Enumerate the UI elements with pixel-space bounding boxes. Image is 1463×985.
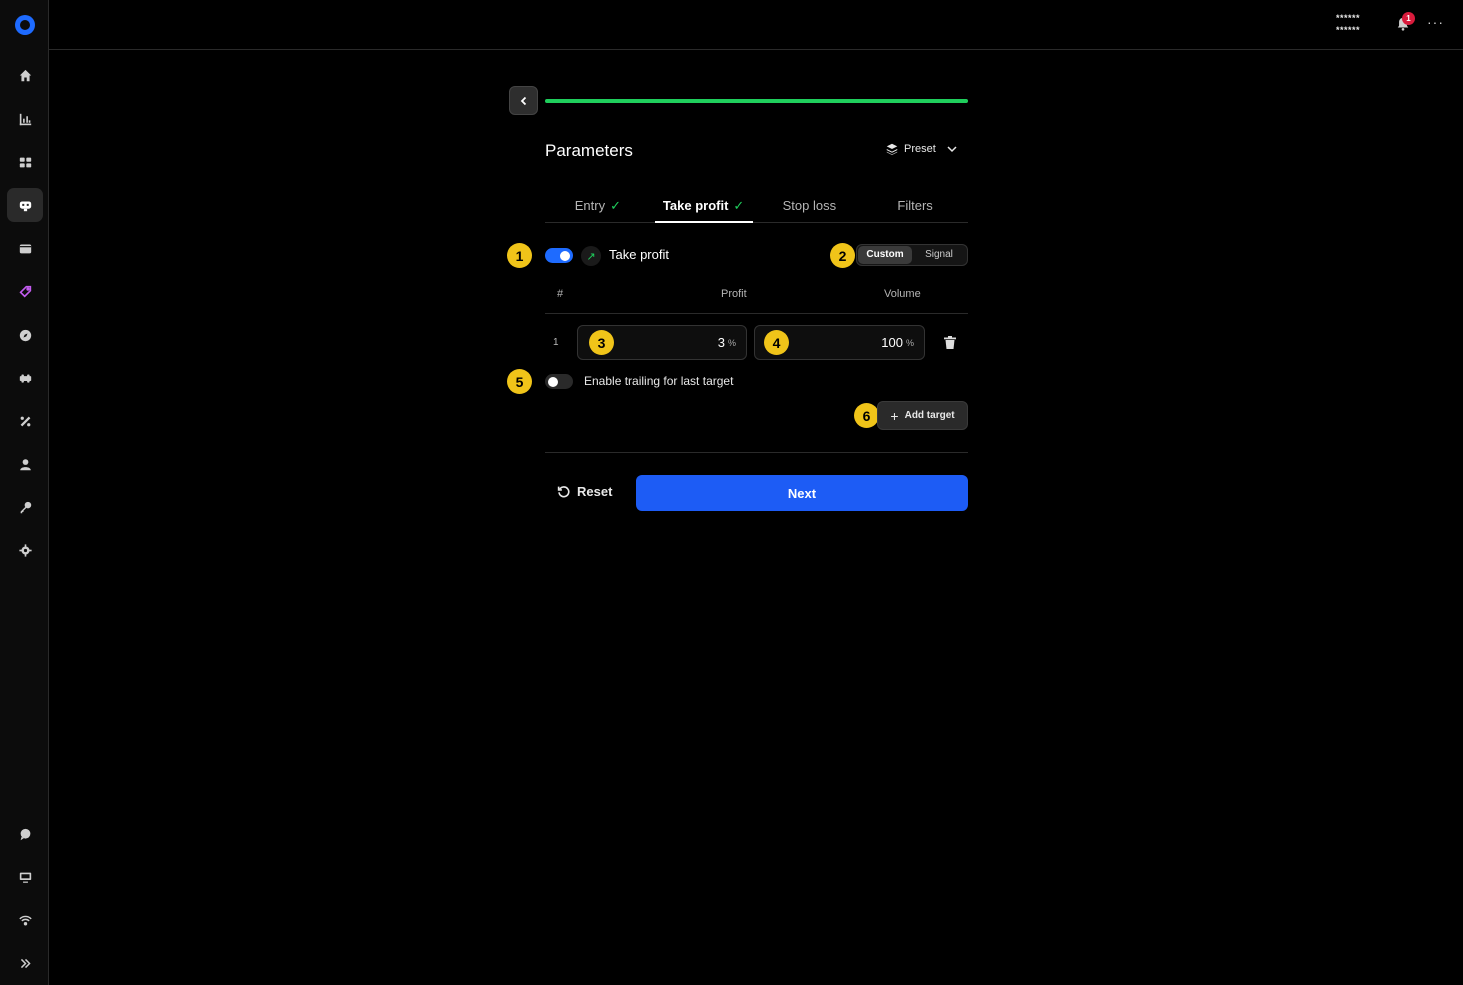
check-icon: ✓	[610, 198, 621, 213]
chat-icon[interactable]	[7, 817, 43, 851]
next-button[interactable]: Next	[636, 475, 968, 511]
toggle-knob	[548, 376, 558, 387]
add-target-button[interactable]: + Add target	[877, 401, 968, 430]
targets-table-header: # Profit Volume	[545, 284, 968, 314]
take-profit-label: Take profit	[609, 247, 669, 262]
reset-button[interactable]: Reset	[557, 484, 612, 499]
chevron-left-icon	[520, 96, 526, 105]
profit-unit: %	[727, 337, 736, 348]
percent-icon[interactable]	[7, 404, 43, 438]
compass-icon[interactable]	[7, 318, 43, 352]
home-icon[interactable]	[7, 58, 43, 92]
tab-take-profit[interactable]: Take profit ✓	[651, 190, 757, 223]
annotation-marker-3: 3	[589, 330, 614, 355]
take-profit-toggle[interactable]	[545, 248, 573, 263]
arrow-up-right-icon: ↗	[581, 246, 601, 266]
app-logo[interactable]	[15, 15, 35, 35]
tab-filters[interactable]: Filters	[862, 190, 968, 222]
toggle-knob	[560, 250, 570, 261]
chart-icon[interactable]	[7, 102, 43, 136]
bot-icon[interactable]	[7, 188, 43, 222]
tag-icon[interactable]	[7, 274, 43, 308]
page-title: Parameters	[545, 141, 633, 160]
chevron-down-icon	[947, 146, 957, 153]
column-num: #	[557, 288, 564, 300]
trailing-toggle[interactable]	[545, 374, 573, 389]
tab-entry[interactable]: Entry ✓	[545, 190, 651, 222]
preset-label: Preset	[904, 143, 936, 155]
wizard-tabs: Entry ✓ Take profit ✓ Stop loss Filters	[545, 190, 968, 223]
take-profit-mode-switch: Custom Signal	[856, 244, 968, 266]
volume-unit: %	[905, 337, 914, 348]
sidebar	[0, 0, 49, 985]
trash-icon[interactable]	[944, 336, 956, 349]
tab-stop-loss[interactable]: Stop loss	[757, 190, 863, 222]
top-bar: ****** ****** 1 ···	[49, 0, 1463, 50]
wallet-icon[interactable]	[7, 231, 43, 265]
user-icon[interactable]	[7, 447, 43, 481]
target-row-number: 1	[553, 337, 559, 348]
user-info[interactable]: ****** ******	[1336, 12, 1360, 36]
tab-entry-label: Entry	[574, 198, 606, 213]
expand-icon[interactable]	[7, 946, 43, 980]
annotation-marker-1: 1	[507, 243, 532, 268]
mode-signal-button[interactable]: Signal	[912, 246, 966, 264]
tab-stop-loss-label: Stop loss	[782, 198, 837, 213]
more-menu-button[interactable]: ···	[1427, 14, 1444, 30]
column-profit: Profit	[721, 288, 747, 300]
reset-label: Reset	[577, 484, 613, 499]
mode-custom-button[interactable]: Custom	[858, 246, 912, 264]
monitor-icon[interactable]	[7, 860, 43, 894]
back-button[interactable]	[509, 86, 538, 115]
annotation-marker-5: 5	[507, 369, 532, 394]
check-icon: ✓	[733, 198, 745, 213]
plus-icon: +	[890, 407, 899, 424]
grid-icon[interactable]	[7, 145, 43, 179]
annotation-marker-4: 4	[764, 330, 789, 355]
tab-take-profit-label: Take profit	[662, 198, 729, 213]
column-volume: Volume	[884, 288, 921, 300]
preset-dropdown[interactable]: Preset	[886, 143, 958, 155]
gear-icon[interactable]	[7, 533, 43, 567]
wifi-icon[interactable]	[7, 903, 43, 937]
volume-value: 100	[881, 335, 903, 350]
layers-icon	[886, 143, 898, 155]
trailing-label: Enable trailing for last target	[584, 374, 734, 388]
add-target-label: Add target	[904, 410, 955, 421]
key-icon[interactable]	[7, 490, 43, 524]
reset-icon	[557, 486, 570, 498]
user-name: ******	[1335, 13, 1360, 23]
profit-value: 3	[717, 335, 725, 350]
wizard-progress-fill	[545, 99, 968, 103]
puzzle-icon[interactable]	[7, 361, 43, 395]
annotation-marker-6: 6	[854, 403, 879, 428]
divider	[545, 452, 968, 453]
tab-filters-label: Filters	[897, 198, 933, 213]
annotation-marker-2: 2	[830, 243, 855, 268]
user-email: ******	[1335, 25, 1360, 35]
notification-badge: 1	[1402, 12, 1415, 25]
wizard-progress	[545, 99, 968, 103]
